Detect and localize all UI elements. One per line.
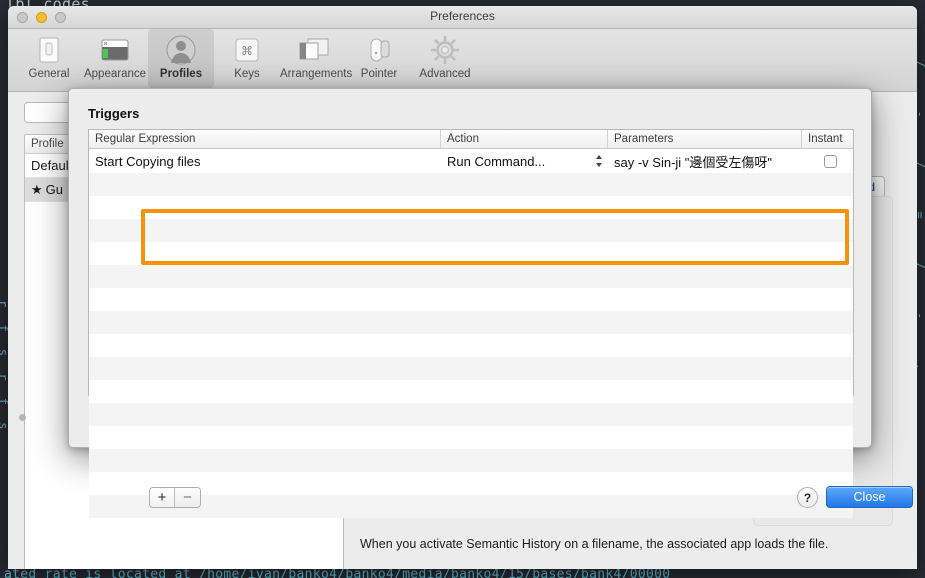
toolbar-item-general[interactable]: General [16,29,82,80]
cell-parameters[interactable]: say -v Sin-ji "邊個受左傷呀" [608,152,802,171]
toolbar-label-arrangements: Arrangements [280,68,353,80]
star-icon: ★ [31,182,43,197]
cell-action[interactable]: Run Command... [441,154,608,169]
general-icon [16,33,82,67]
triggers-table-header: Regular Expression Action Parameters Ins… [89,130,853,149]
semantic-history-note: When you activate Semantic History on a … [360,537,829,551]
profiles-icon [148,33,214,67]
table-row-empty[interactable] [89,426,853,449]
instant-checkbox[interactable] [824,154,837,168]
svg-text:⌘: ⌘ [241,44,253,58]
column-header-parameters[interactable]: Parameters [608,130,802,148]
cell-instant[interactable] [802,154,853,168]
table-row-empty[interactable] [89,495,853,518]
triggers-dialog: Triggers Regular Expression Action Param… [68,88,913,518]
pointer-icon [346,33,412,67]
triggers-add-remove-group: + − [149,487,201,508]
cell-regex[interactable]: Start Copying files [89,154,441,169]
column-header-action[interactable]: Action [441,130,608,148]
desktop-background: lbl_codes r f s r f s / - / = / - . ated… [0,0,925,578]
toolbar-label-profiles: Profiles [159,68,203,80]
table-row-empty[interactable] [89,380,853,403]
triggers-empty-rows [89,173,853,518]
toolbar-item-appearance[interactable]: Appearance [82,29,148,80]
profile-row-label: Gu [45,182,63,197]
toolbar-label-pointer: Pointer [360,68,398,80]
help-button[interactable]: ? [797,487,818,508]
table-row-empty[interactable] [89,403,853,426]
stepper-icon[interactable] [595,154,603,168]
table-row-empty[interactable] [89,449,853,472]
table-row-empty[interactable] [89,265,853,288]
toolbar-item-pointer[interactable]: Pointer [346,29,412,80]
remove-trigger-button[interactable]: − [175,488,200,507]
window-titlebar: Preferences [8,6,917,29]
cell-action-label: Run Command... [447,153,546,169]
close-button[interactable]: Close [826,486,913,508]
toolbar-label-keys: Keys [234,68,260,80]
advanced-icon [412,33,478,67]
column-header-regex[interactable]: Regular Expression [89,130,441,148]
table-row-empty[interactable] [89,196,853,219]
table-row-empty[interactable] [89,288,853,311]
toolbar-item-arrangements[interactable]: Arrangements [280,29,353,80]
preferences-toolbar: General Appearance Profiles ⌘ Keys Arran… [8,29,917,92]
pane-resize-handle[interactable] [19,414,26,421]
profile-row-label: Default [31,158,73,173]
keys-icon: ⌘ [214,33,280,67]
preferences-window: Preferences General Appearance Profiles … [8,6,917,569]
add-trigger-button[interactable]: + [150,488,175,507]
toolbar-label-general: General [28,68,70,80]
triggers-dialog-title: Triggers [88,106,140,121]
toolbar-item-profiles[interactable]: Profiles [148,29,214,88]
triggers-table[interactable]: Regular Expression Action Parameters Ins… [88,129,854,518]
table-row-empty[interactable] [89,173,853,196]
toolbar-label-appearance: Appearance [83,68,147,80]
table-row-empty[interactable] [89,219,853,242]
arrangements-icon [280,33,346,67]
column-header-instant[interactable]: Instant [802,130,853,148]
table-row[interactable]: Start Copying files Run Command... say -… [89,149,853,173]
window-title: Preferences [430,9,495,23]
table-row-empty[interactable] [89,311,853,334]
toolbar-item-advanced[interactable]: Advanced [412,29,478,80]
table-row-empty[interactable] [89,472,853,495]
toolbar-item-keys[interactable]: ⌘ Keys [214,29,280,80]
appearance-icon [82,33,148,67]
table-row-empty[interactable] [89,242,853,265]
table-row-empty[interactable] [89,357,853,380]
table-row-empty[interactable] [89,334,853,357]
toolbar-label-advanced: Advanced [419,68,471,80]
